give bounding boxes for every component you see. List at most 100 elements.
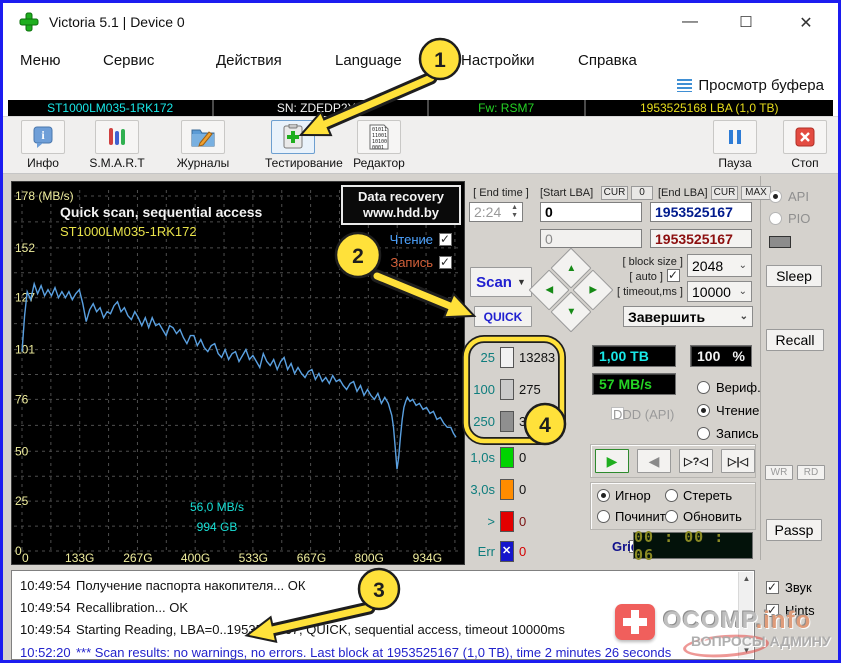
- back-button[interactable]: ◀: [637, 449, 671, 473]
- svg-text:533G: 533G: [239, 551, 268, 564]
- scroll-up-icon[interactable]: ▲: [739, 572, 754, 586]
- write-checkbox[interactable]: [439, 256, 452, 269]
- info-icon: i: [31, 125, 55, 149]
- device-info-bar: ST1000LM035-1RK172 SN: ZDEDP2YC Fw: RSM7…: [8, 100, 833, 116]
- log-scrollbar[interactable]: ▲ ▼: [738, 572, 753, 658]
- scroll-down-icon[interactable]: ▼: [739, 644, 754, 658]
- maximize-button[interactable]: ☐: [731, 13, 761, 33]
- passp-button[interactable]: Passp: [766, 519, 822, 541]
- end-time-spinner[interactable]: 2:24 ▲▼: [469, 202, 523, 222]
- block-size-combo[interactable]: 2048⌄: [687, 254, 752, 277]
- err-x-icon: ✕: [502, 544, 511, 557]
- pause-icon: [726, 128, 744, 146]
- start-lba-zero-button[interactable]: 0: [631, 186, 653, 200]
- read-checkbox[interactable]: [439, 233, 452, 246]
- testing-icon: [281, 124, 305, 150]
- toolbar-pause-button[interactable]: Пауза: [707, 120, 763, 170]
- scan-button[interactable]: Scan ▼: [470, 267, 532, 297]
- mode-write[interactable]: Запись: [697, 426, 759, 441]
- sound-checkbox-row[interactable]: Звук: [766, 580, 812, 595]
- victoria-window: Victoria 5.1 | Device 0 — ☐ ✕ Меню Серви…: [0, 0, 841, 663]
- start-lba-cur-button[interactable]: CUR: [601, 186, 628, 200]
- stop-icon: [795, 127, 815, 147]
- toolbar-editor-button[interactable]: 0101111001101000001 Редактор: [351, 120, 407, 170]
- hints-checkbox-row[interactable]: Hints: [766, 603, 815, 618]
- toolbar-info-button[interactable]: i Инфо: [15, 120, 71, 170]
- menu-item-help[interactable]: Справка: [578, 52, 637, 69]
- minimize-button[interactable]: —: [675, 13, 705, 33]
- svg-text:0001: 0001: [372, 145, 384, 150]
- mode-verify[interactable]: Вериф.: [697, 380, 761, 395]
- sleep-button[interactable]: Sleep: [766, 265, 822, 287]
- end-lba-max-button[interactable]: MAX: [741, 186, 771, 200]
- percent-display: 100%: [690, 345, 752, 367]
- buffer-view-label: Просмотр буфера: [698, 77, 824, 94]
- pio-radio: PIO: [769, 211, 810, 226]
- on-end-action-combo[interactable]: Завершить⌄: [623, 306, 753, 327]
- chevron-down-icon: ⌄: [740, 311, 748, 322]
- rail-separator: [760, 176, 761, 560]
- action-ignore[interactable]: Игнор: [597, 488, 651, 503]
- start-lba-input[interactable]: [540, 202, 642, 222]
- current-speed-label: 56,0 MB/s: [157, 500, 277, 514]
- api-radio: API: [769, 189, 809, 204]
- busy-led: [769, 236, 791, 248]
- svg-text:178 (MB/s): 178 (MB/s): [15, 189, 74, 203]
- log-line-2: 10:49:54Recallibration... OK: [12, 596, 736, 618]
- menu-item-settings[interactable]: Настройки: [461, 52, 535, 69]
- svg-text:0: 0: [22, 551, 29, 564]
- toolbar-smart-button[interactable]: S.M.A.R.T: [89, 120, 145, 170]
- toolbar-testing-button[interactable]: Тестирование: [265, 120, 321, 170]
- legend-write: Запись: [390, 255, 452, 270]
- svg-text:25: 25: [15, 494, 29, 508]
- stat-row-3s: 3,0s0: [465, 479, 526, 500]
- auto-checkbox[interactable]: [667, 269, 680, 282]
- svg-text:133G: 133G: [65, 551, 94, 564]
- close-button[interactable]: ✕: [791, 13, 821, 33]
- ddd-label: DDD (API): [613, 407, 674, 422]
- right-arrow-icon: ▶: [589, 284, 597, 295]
- end-lba-input[interactable]: [650, 202, 752, 222]
- log-line-1: 10:49:54Получение паспорта накопителя...…: [12, 574, 736, 596]
- seek-end-button[interactable]: ▷|◁: [721, 449, 755, 473]
- timeout-label: [ timeout,ms ]: [607, 286, 683, 298]
- hddby-badge: Data recovery www.hdd.by: [341, 185, 461, 225]
- mode-read[interactable]: Чтение: [697, 403, 759, 418]
- svg-text:101: 101: [15, 343, 35, 357]
- stat-row-err: Err✕0: [465, 541, 526, 562]
- toolbar-journals-button[interactable]: Журналы: [175, 120, 231, 170]
- menu-item-language[interactable]: Language: [335, 52, 402, 69]
- left-arrow-icon: ◀: [545, 284, 553, 295]
- menu-item-actions[interactable]: Действия: [216, 52, 282, 69]
- recall-button[interactable]: Recall: [766, 329, 824, 351]
- action-erase[interactable]: Стереть: [665, 488, 732, 503]
- seek-question-button[interactable]: ▷?◁: [679, 449, 713, 473]
- buffer-view-link[interactable]: Просмотр буфера: [677, 77, 824, 94]
- up-arrow-icon: ▲: [566, 263, 576, 274]
- scanned-size-display: 1,00 TB: [592, 345, 676, 367]
- down-arrow-icon: ▼: [566, 306, 576, 317]
- action-repair[interactable]: Починить: [597, 509, 673, 524]
- end-lba-cur-button[interactable]: CUR: [711, 186, 738, 200]
- chevron-down-icon: ⌄: [739, 260, 747, 271]
- wr-button[interactable]: WR: [765, 465, 793, 480]
- graph-subtitle: ST1000LM035-1RK172: [60, 224, 197, 239]
- svg-text:76: 76: [15, 392, 29, 406]
- timeout-combo[interactable]: 10000⌄: [687, 281, 752, 302]
- spinner-arrows-icon[interactable]: ▲▼: [511, 204, 518, 220]
- device-serial: SN: ZDEDP2YC: [214, 100, 429, 116]
- stat-row-gt: >0: [465, 511, 526, 532]
- log-panel: 10:49:54Получение паспорта накопителя...…: [11, 570, 755, 660]
- seek-end-icon: ▷|◁: [728, 455, 748, 468]
- rd-button[interactable]: RD: [797, 465, 825, 480]
- menu-item-menu[interactable]: Меню: [20, 52, 61, 69]
- device-firmware: Fw: RSM7: [429, 100, 586, 116]
- start-lba-secondary: [540, 229, 642, 248]
- play-button[interactable]: ▶: [595, 449, 629, 473]
- svg-text:0: 0: [15, 544, 22, 558]
- menu-item-service[interactable]: Сервис: [103, 52, 154, 69]
- quick-button[interactable]: QUICK: [474, 306, 532, 327]
- toolbar-stop-button[interactable]: Стоп: [777, 120, 833, 170]
- log-line-3: 10:49:54Starting Reading, LBA=0..1953525…: [12, 618, 736, 640]
- action-refresh[interactable]: Обновить: [665, 509, 742, 524]
